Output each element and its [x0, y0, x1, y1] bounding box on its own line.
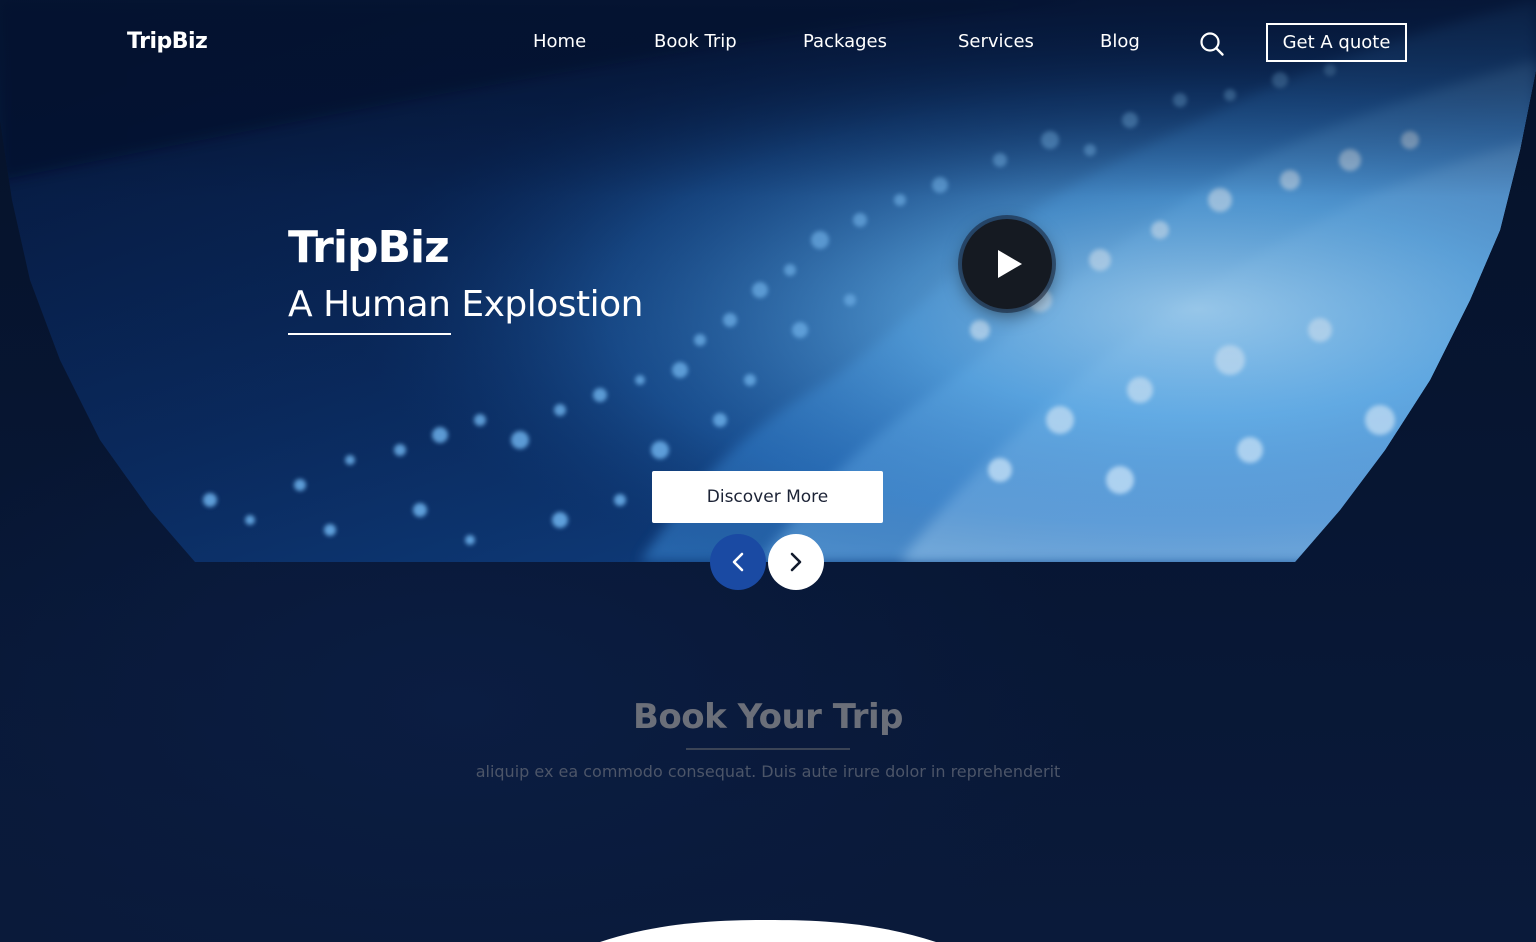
discover-more-button[interactable]: Discover More: [652, 471, 883, 523]
hero-underline: [288, 333, 451, 335]
nav-item-services[interactable]: Services: [958, 31, 1034, 52]
slider-prev-button[interactable]: [710, 534, 766, 590]
chevron-right-icon: [790, 552, 802, 572]
nav-item-packages[interactable]: Packages: [803, 31, 887, 52]
hero-subtitle: A Human Explostion: [288, 284, 644, 325]
book-section-description: aliquip ex ea commodo consequat. Duis au…: [475, 762, 1061, 781]
slider-next-button[interactable]: [768, 534, 824, 590]
book-section-title: Book Your Trip: [633, 697, 903, 737]
hero-title: TripBiz: [288, 222, 450, 273]
play-icon: [998, 250, 1022, 278]
search-icon[interactable]: [1199, 31, 1225, 57]
get-a-quote-button[interactable]: Get A quote: [1266, 23, 1407, 62]
chevron-left-icon: [732, 552, 744, 572]
book-section-underline: [686, 748, 850, 750]
nav-item-home[interactable]: Home: [533, 31, 586, 52]
nav-item-book-trip[interactable]: Book Trip: [654, 31, 737, 52]
nav-item-blog[interactable]: Blog: [1100, 31, 1140, 52]
bottom-curve-shape: [600, 920, 936, 942]
play-video-button[interactable]: [962, 219, 1052, 309]
